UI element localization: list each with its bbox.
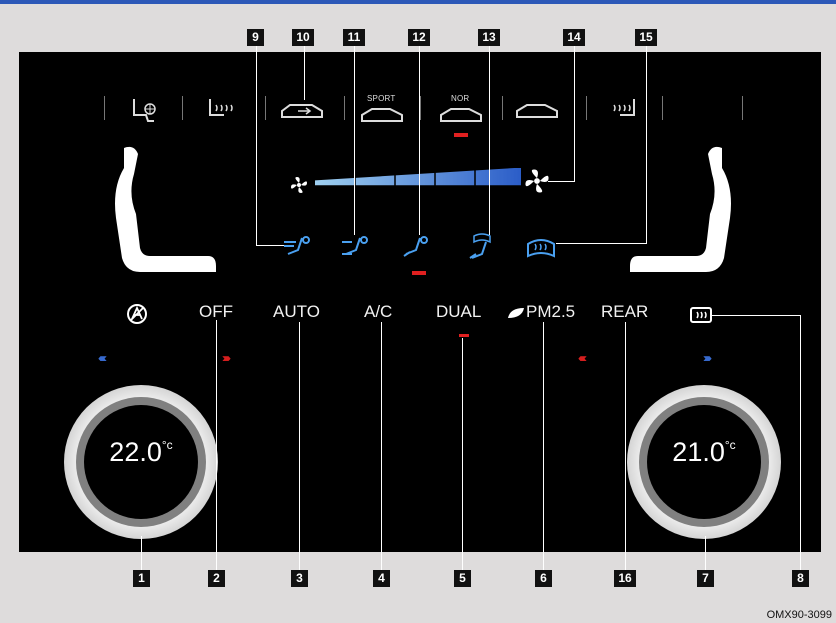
leader-line-9 [256,45,257,245]
leader-line-15 [646,45,647,243]
ac-button[interactable]: A/C [364,302,392,322]
driver-temp-knob[interactable]: 22.0°c [64,385,218,539]
callout-12: 12 [408,29,430,46]
callout-14: 14 [563,29,585,46]
callout-5: 5 [454,570,471,587]
normal-mode-label: NOR [451,94,470,103]
top-accent-bar [0,0,836,4]
driver-temp-decimal: 0 [146,437,162,467]
separator [742,96,743,120]
normal-mode-indicator [454,133,468,137]
leader-line-13 [489,45,490,235]
normal-car-icon[interactable] [437,103,482,133]
leader-line-8h [712,315,801,316]
leader-line-15h [556,243,647,244]
off-button[interactable]: OFF [199,302,233,322]
callout-10: 10 [292,29,314,46]
leader-line-5 [462,338,463,570]
separator [265,96,266,120]
sport-mode-label: SPORT [367,94,396,103]
rear-button[interactable]: REAR [601,302,648,322]
callout-16: 16 [614,570,636,587]
airflow-feet-defrost-icon[interactable] [466,232,498,267]
airflow-face-feet-icon[interactable] [340,234,372,267]
car-recirc-icon[interactable] [278,95,323,125]
callout-15: 15 [635,29,657,46]
fan-high-icon[interactable] [524,168,550,199]
callout-3: 3 [291,570,308,587]
airflow-feet-icon[interactable] [400,234,432,267]
fan-low-icon[interactable] [290,176,308,199]
seat-fan-icon[interactable] [124,95,168,125]
left-cooler-chevrons: ‹‹‹‹‹‹ [98,351,107,365]
auto-button[interactable]: AUTO [273,302,320,322]
callout-4: 4 [373,570,390,587]
seat-heat-icon[interactable] [200,95,244,125]
auto-off-icon[interactable] [126,303,148,330]
airflow-feet-indicator [412,271,426,275]
callout-2: 2 [208,570,225,587]
front-defrost-icon[interactable] [526,236,556,265]
passenger-temp-unit: °c [724,438,736,452]
leader-line-4 [381,322,382,570]
separator [586,96,587,120]
callout-1: 1 [133,570,150,587]
pm25-button[interactable]: PM2.5 [526,302,575,322]
callout-13: 13 [478,29,500,46]
driver-temp-value: 22. [109,437,147,467]
callout-11: 11 [343,29,365,46]
leader-line-2 [216,320,217,570]
leader-line-9h [256,245,284,246]
passenger-temp-display: 21.0°c [647,437,761,468]
right-cooler-chevrons: ›››››› [703,351,712,365]
leader-line-6 [543,322,544,570]
right-warmer-chevrons: ‹‹‹‹‹‹ [578,351,587,365]
leaf-icon [506,306,526,325]
separator [104,96,105,120]
callout-8: 8 [792,570,809,587]
sport-car-icon[interactable] [358,103,403,133]
leader-line-14 [574,45,575,181]
passenger-temp-decimal: 0 [709,437,725,467]
leader-line-3 [299,322,300,570]
driver-temp-unit: °c [161,438,173,452]
leader-line-12 [419,45,420,235]
separator [420,96,421,120]
leader-line-14h [548,181,575,182]
passenger-temp-knob[interactable]: 21.0°c [627,385,781,539]
separator [502,96,503,120]
separator [662,96,663,120]
driver-temp-display: 22.0°c [84,437,198,468]
leader-line-7 [705,536,706,570]
left-warmer-chevrons: ›››››› [222,351,231,365]
callout-6: 6 [535,570,552,587]
leader-line-10 [304,45,305,100]
leader-line-16 [625,322,626,570]
passenger-seat-icon [628,144,734,279]
car-eco-icon[interactable] [513,95,558,125]
figure-code: OMX90-3099 [766,609,832,621]
fan-speed-bar[interactable] [315,167,521,197]
leader-line-11 [354,45,355,235]
separator [344,96,345,120]
rear-seat-heat-icon[interactable] [600,95,644,125]
leader-line-8 [800,315,801,570]
driver-seat-icon [112,144,218,279]
rear-defrost-icon[interactable] [689,306,713,329]
dual-indicator [459,334,469,337]
separator [182,96,183,120]
airflow-face-icon[interactable] [282,234,314,267]
passenger-temp-value: 21. [672,437,710,467]
callout-7: 7 [697,570,714,587]
callout-9: 9 [247,29,264,46]
leader-line-1 [141,536,142,570]
dual-button[interactable]: DUAL [436,302,481,322]
